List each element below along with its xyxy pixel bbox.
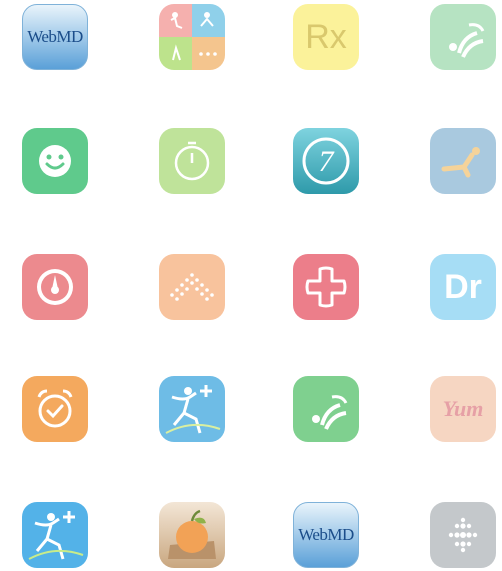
seven-logo-text: 7 <box>319 145 336 178</box>
smiley-app-icon[interactable] <box>22 128 88 194</box>
webmd-logo-text: WebMD <box>27 27 83 46</box>
timer-app-icon[interactable] <box>159 128 225 194</box>
situp-workout-app-icon[interactable] <box>430 128 496 194</box>
alarm-clock-icon <box>37 389 73 428</box>
webmd-app-icon[interactable]: WebMD <box>22 4 88 70</box>
yum-app-icon[interactable]: Yum <box>430 376 496 442</box>
fruit-app-icon[interactable] <box>159 502 225 568</box>
curves-icon-2 <box>312 395 348 430</box>
smiley-icon <box>39 145 71 177</box>
curves-icon <box>449 23 485 58</box>
peach-icon <box>168 509 216 559</box>
yum-logo-text: Yum <box>442 396 484 421</box>
runner-plus-icon-2 <box>28 511 84 560</box>
webmd-app-icon-2[interactable]: WebMD <box>293 502 359 568</box>
fitness-curves-app-icon[interactable] <box>430 4 496 70</box>
seven-circle-icon: 7 <box>302 137 350 185</box>
rx-logo-text: Rx <box>305 17 347 56</box>
medical-cross-app-icon[interactable] <box>293 254 359 320</box>
fitbit-dots-icon <box>448 517 478 553</box>
gauge-app-icon[interactable] <box>22 254 88 320</box>
runner-plus-app-icon[interactable] <box>159 376 225 442</box>
dots-arrow-app-icon[interactable] <box>159 254 225 320</box>
dots-chevron-icon <box>170 273 214 301</box>
doctor-app-icon[interactable]: Dr <box>430 254 496 320</box>
accessibility-grid-app-icon[interactable] <box>159 4 225 70</box>
accessibility-grid-icon <box>159 4 225 70</box>
webmd-logo-text-2: WebMD <box>298 525 354 544</box>
dr-logo-text: Dr <box>444 267 482 306</box>
alarm-clock-app-icon[interactable] <box>22 376 88 442</box>
fitbit-app-icon[interactable] <box>430 502 496 568</box>
fitness-curves-app-icon-2[interactable] <box>293 376 359 442</box>
situp-figure-icon <box>441 147 480 178</box>
stopwatch-icon <box>174 141 210 181</box>
rx-app-icon[interactable]: Rx <box>293 4 359 70</box>
gauge-icon <box>37 269 73 305</box>
seven-minute-workout-app-icon[interactable]: 7 <box>293 128 359 194</box>
runner-plus-icon <box>165 385 221 434</box>
runner-plus-app-icon-2[interactable] <box>22 502 88 568</box>
plus-cross-icon <box>305 266 347 308</box>
